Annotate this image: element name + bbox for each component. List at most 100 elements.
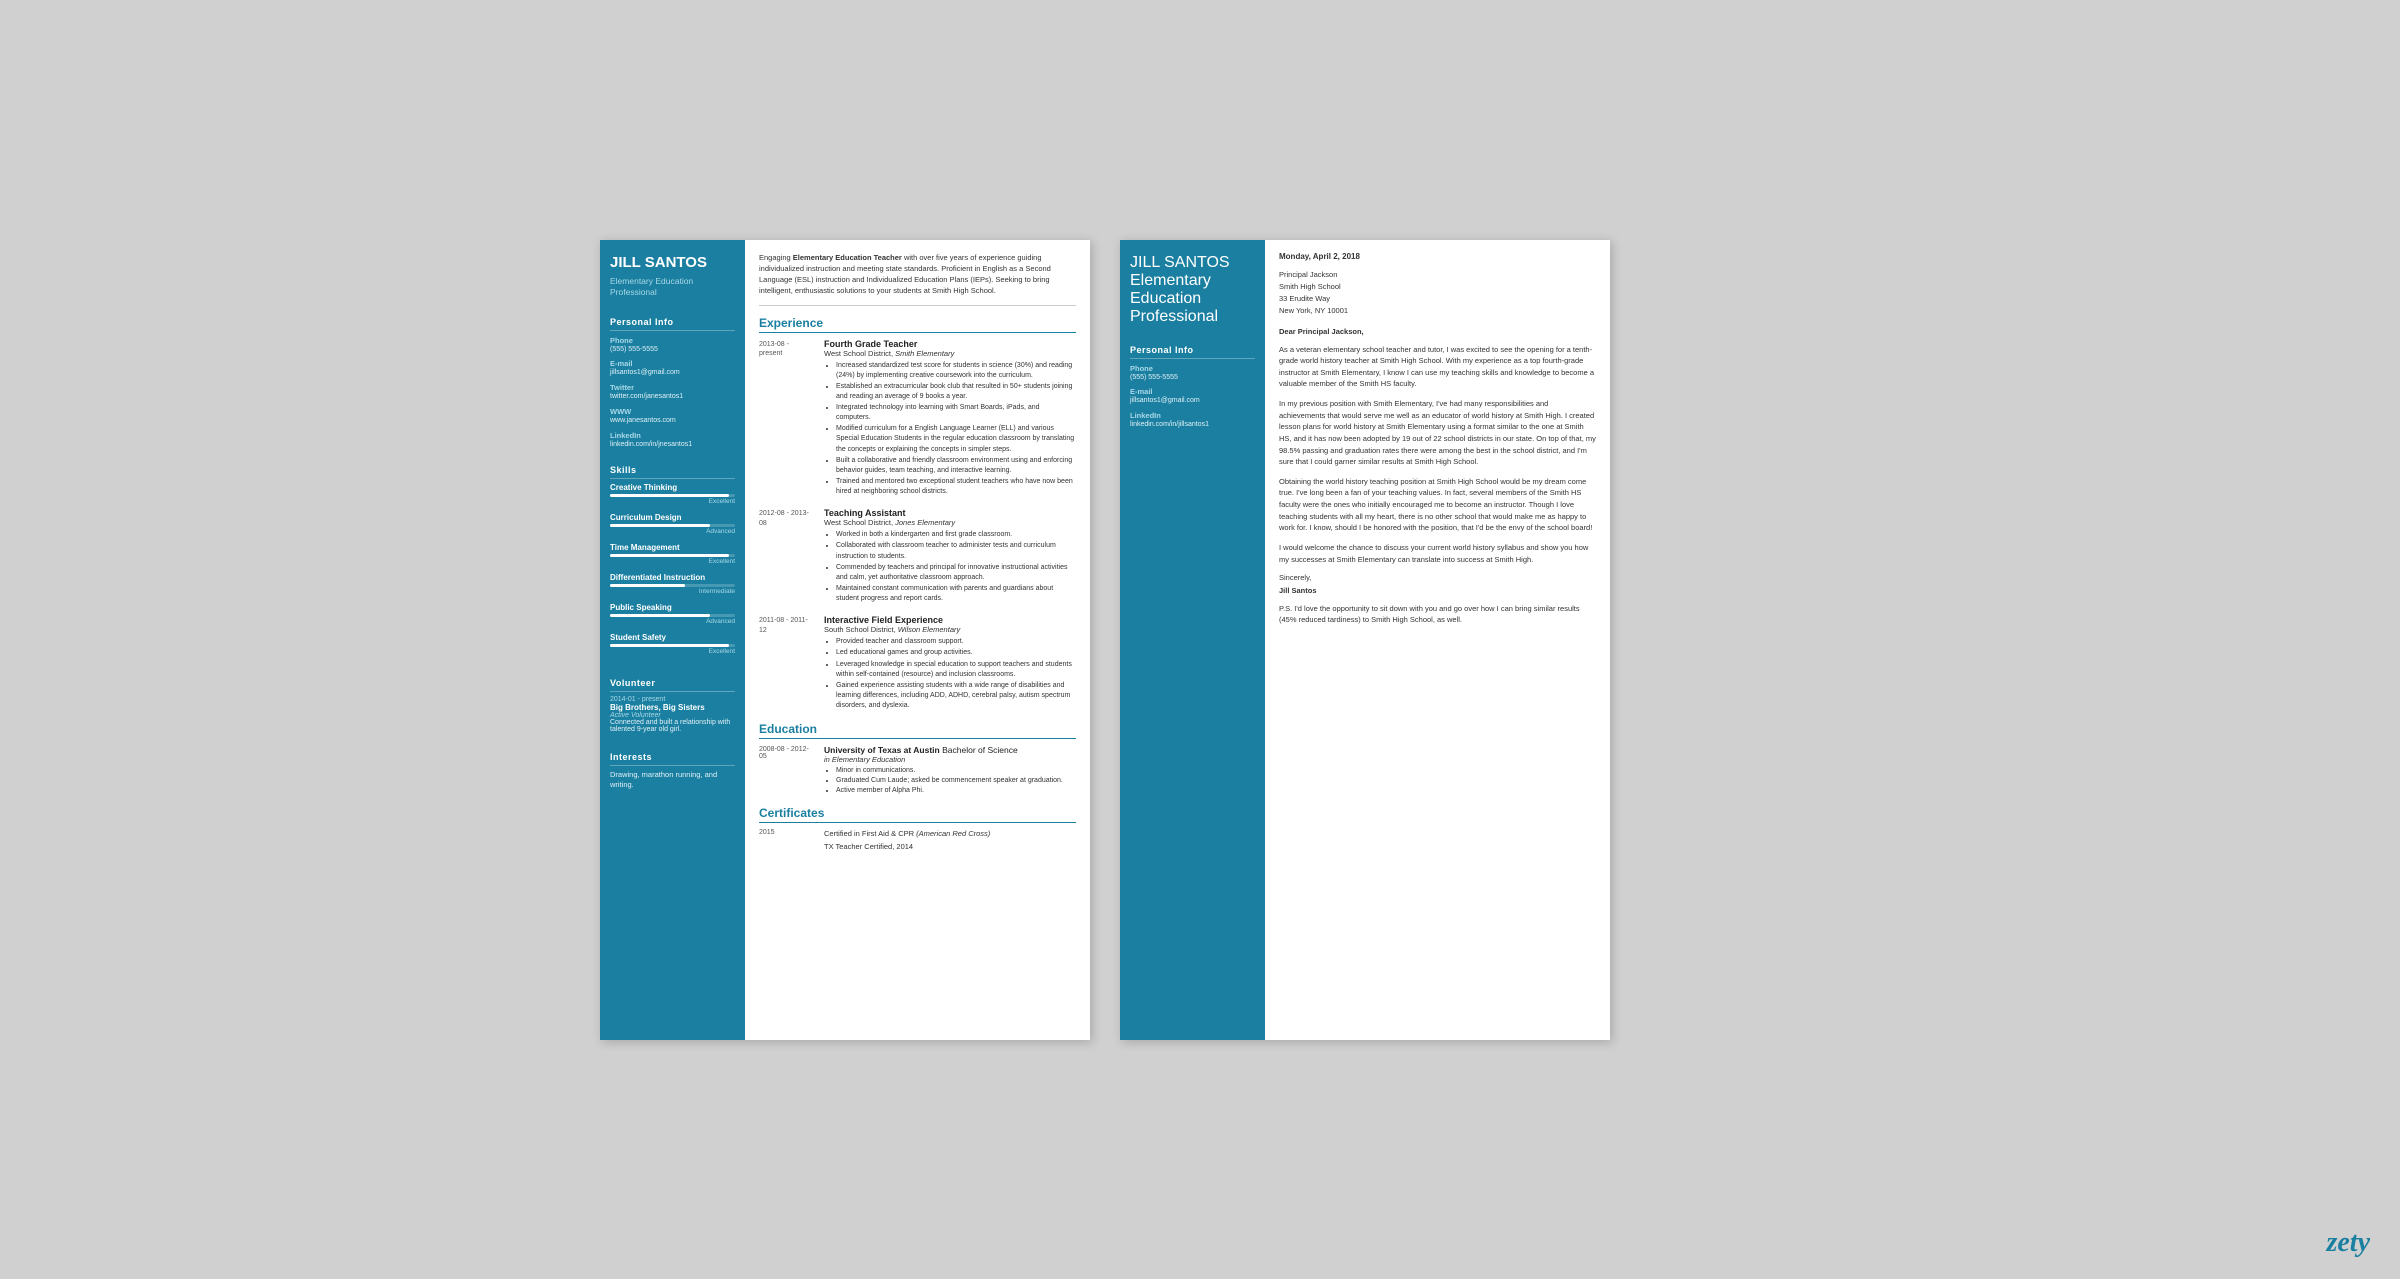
skill-bar-bg xyxy=(610,584,735,587)
cl-signature: Jill Santos xyxy=(1279,586,1596,595)
cl-phone-label: Phone xyxy=(1130,364,1255,373)
skill-bar-fill xyxy=(610,644,729,647)
cl-paragraphs: As a veteran elementary school teacher a… xyxy=(1279,344,1596,566)
cl-paragraph: Obtaining the world history teaching pos… xyxy=(1279,476,1596,534)
exp-content: Fourth Grade Teacher West School Distric… xyxy=(824,339,1076,499)
volunteer-desc: Connected and built a relationship with … xyxy=(610,719,735,733)
bullet: Provided teacher and classroom support. xyxy=(836,637,1076,647)
skill-bar-fill xyxy=(610,494,729,497)
cert-year: 2015 xyxy=(759,829,814,838)
skill-level: Excellent xyxy=(610,558,735,565)
skill-bar-bg xyxy=(610,494,735,497)
page-wrapper: JILL SANTOS Elementary Education Profess… xyxy=(600,240,1800,1040)
exp-company: West School District, Smith Elementary xyxy=(824,349,1076,358)
resume-name-block: JILL SANTOS Elementary Education Profess… xyxy=(600,240,745,308)
bullet: Increased standardized test score for st… xyxy=(836,361,1076,381)
recipient-line: 33 Erudite Way xyxy=(1279,293,1596,305)
skill-item: Curriculum Design Advanced xyxy=(610,513,735,535)
volunteer-title: Volunteer xyxy=(610,675,735,692)
skill-level: Excellent xyxy=(610,648,735,655)
resume-sidebar: JILL SANTOS Elementary Education Profess… xyxy=(600,240,745,1040)
zety-logo: zety xyxy=(2326,1227,2370,1259)
cl-closing: Sincerely, xyxy=(1279,573,1596,582)
phone-value: (555) 555-5555 xyxy=(610,345,735,355)
experience-entry: 2013-08 - present Fourth Grade Teacher W… xyxy=(759,339,1076,499)
recipient-line: Smith High School xyxy=(1279,281,1596,293)
cl-paragraph: In my previous position with Smith Eleme… xyxy=(1279,398,1596,468)
skill-level: Advanced xyxy=(610,528,735,535)
skill-level: Intermediate xyxy=(610,588,735,595)
cl-ps: P.S. I'd love the opportunity to sit dow… xyxy=(1279,603,1596,626)
experience-container: 2013-08 - present Fourth Grade Teacher W… xyxy=(759,339,1076,713)
exp-content: Teaching Assistant West School District,… xyxy=(824,508,1076,605)
edu-content: University of Texas at Austin Bachelor o… xyxy=(824,745,1076,795)
resume-skills-section: Skills Creative Thinking Excellent Curri… xyxy=(600,456,745,669)
certificates-title: Certificates xyxy=(759,806,1076,823)
cl-sidebar: JILL SANTOS Elementary Education Profess… xyxy=(1120,240,1265,1040)
cl-phone-value: (555) 555-5555 xyxy=(1130,373,1255,383)
bullet: Gained experience assisting students wit… xyxy=(836,681,1076,711)
skill-item: Student Safety Excellent xyxy=(610,633,735,655)
experience-section: Experience 2013-08 - present Fourth Grad… xyxy=(759,316,1076,713)
cl-name-block: JILL SANTOS Elementary Education Profess… xyxy=(1120,240,1265,336)
skill-level: Excellent xyxy=(610,498,735,505)
recipient-line: Principal Jackson xyxy=(1279,269,1596,281)
resume-main: Engaging Elementary Education Teacher wi… xyxy=(745,240,1090,1040)
bullet: Leveraged knowledge in special education… xyxy=(836,660,1076,680)
resume-document: JILL SANTOS Elementary Education Profess… xyxy=(600,240,1090,1040)
skills-container: Creative Thinking Excellent Curriculum D… xyxy=(610,483,735,655)
experience-entry: 2012-08 - 2013-08 Teaching Assistant Wes… xyxy=(759,508,1076,605)
bullet: Integrated technology into learning with… xyxy=(836,403,1076,423)
exp-bullets: Worked in both a kindergarten and first … xyxy=(824,530,1076,604)
skill-item: Differentiated Instruction Intermediate xyxy=(610,573,735,595)
resume-personal-info-section: Personal Info Phone (555) 555-5555 E-mai… xyxy=(600,308,745,456)
cl-email-value: jillsantos1@gmail.com xyxy=(1130,396,1255,406)
skill-name: Differentiated Instruction xyxy=(610,573,735,582)
exp-bullets: Increased standardized test score for st… xyxy=(824,361,1076,498)
cl-recipient: Principal JacksonSmith High School33 Eru… xyxy=(1279,269,1596,317)
bullet: Minor in communications. xyxy=(836,766,1076,776)
skill-bar-fill xyxy=(610,584,685,587)
skill-bar-fill xyxy=(610,524,710,527)
cl-date: Monday, April 2, 2018 xyxy=(1279,252,1596,261)
cert-content: Certified in First Aid & CPR (American R… xyxy=(824,829,1076,838)
education-title: Education xyxy=(759,722,1076,739)
exp-content: Interactive Field Experience South Schoo… xyxy=(824,615,1076,712)
exp-job-title: Interactive Field Experience xyxy=(824,615,1076,625)
resume-interests-section: Interests Drawing, marathon running, and… xyxy=(600,743,745,797)
volunteer-role: Active Volunteer xyxy=(610,712,735,719)
education-section: Education 2008-08 - 2012-05 University o… xyxy=(759,722,1076,795)
bullet: Maintained constant communication with p… xyxy=(836,584,1076,604)
bullet: Led educational games and group activiti… xyxy=(836,648,1076,658)
bullet: Established an extracurricular book club… xyxy=(836,382,1076,402)
resume-name: JILL SANTOS xyxy=(610,254,735,272)
cl-linkedin-value: linkedin.com/in/jillsantos1 xyxy=(1130,420,1255,430)
skill-name: Time Management xyxy=(610,543,735,552)
interests-text: Drawing, marathon running, and writing. xyxy=(610,770,735,791)
education-container: 2008-08 - 2012-05 University of Texas at… xyxy=(759,745,1076,795)
bullet: Modified curriculum for a English Langua… xyxy=(836,424,1076,454)
experience-title: Experience xyxy=(759,316,1076,333)
www-label: WWW xyxy=(610,407,735,416)
skill-item: Creative Thinking Excellent xyxy=(610,483,735,505)
phone-label: Phone xyxy=(610,336,735,345)
bullet: Active member of Alpha Phi. xyxy=(836,786,1076,796)
bullet: Collaborated with classroom teacher to a… xyxy=(836,541,1076,561)
cl-main: Monday, April 2, 2018 Principal JacksonS… xyxy=(1265,240,1610,1040)
linkedin-value: linkedin.com/in/jnesantos1 xyxy=(610,440,735,450)
skill-bar-bg xyxy=(610,554,735,557)
interests-title: Interests xyxy=(610,749,735,766)
cl-email-label: E-mail xyxy=(1130,387,1255,396)
bullet: Trained and mentored two exceptional stu… xyxy=(836,477,1076,497)
cl-title: Elementary Education Professional xyxy=(1130,272,1255,326)
skill-bar-bg xyxy=(610,524,735,527)
resume-volunteer-section: Volunteer 2014-01 - present Big Brothers… xyxy=(600,669,745,743)
exp-company: West School District, Jones Elementary xyxy=(824,518,1076,527)
skill-item: Time Management Excellent xyxy=(610,543,735,565)
cert-entry: TX Teacher Certified, 2014 xyxy=(759,842,1076,851)
edu-school: University of Texas at Austin Bachelor o… xyxy=(824,745,1076,755)
recipient-line: New York, NY 10001 xyxy=(1279,305,1596,317)
skill-level: Advanced xyxy=(610,618,735,625)
skill-bar-bg xyxy=(610,644,735,647)
bullet: Worked in both a kindergarten and first … xyxy=(836,530,1076,540)
